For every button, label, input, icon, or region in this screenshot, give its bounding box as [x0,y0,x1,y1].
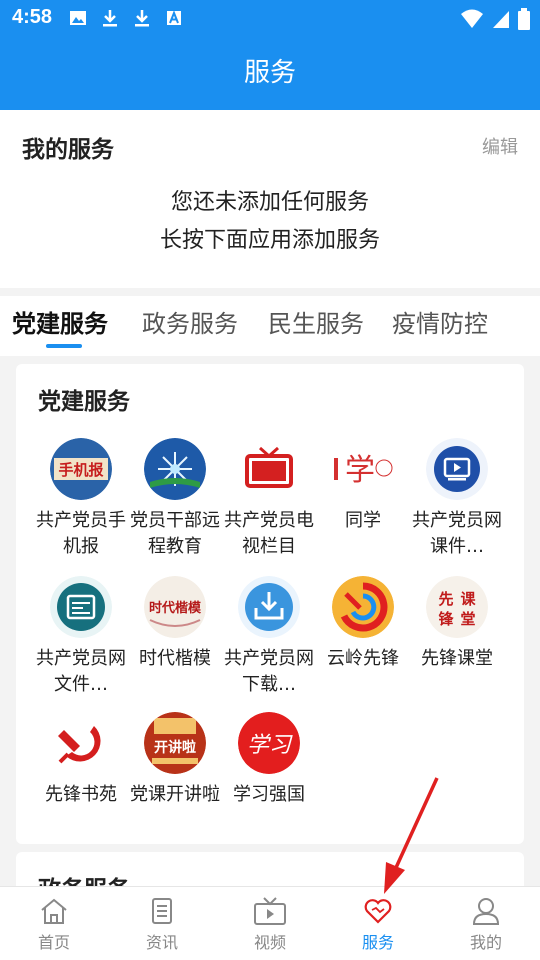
service-item-mobile-newspaper[interactable]: 手机报 共产党员手机报 [34,438,128,560]
service-label: 学习强国 [233,784,305,805]
service-item-tv-program[interactable]: 共产党员电视栏目 [222,438,316,560]
empty-hint-line2: 长按下面应用添加服务 [159,228,380,253]
download-icon [238,576,300,638]
nav-mine[interactable]: 我的 [432,887,540,960]
tab-government-service[interactable]: 政务服务 [142,304,238,339]
bottom-navigation: 首页 资讯 视频 服务 我的 [0,886,540,960]
service-label: 党员干部远程教育 [130,510,220,557]
wifi-icon [461,9,483,28]
battery-icon [518,8,530,30]
tab-party-service[interactable]: 党建服务 [12,304,108,339]
news-icon [152,898,172,924]
svg-text:课: 课 [460,590,476,608]
service-item-remote-education[interactable]: 党员干部远程教育 [128,438,222,560]
svg-text:先: 先 [438,590,453,608]
status-bar: 4:58 [0,0,540,36]
active-tab-indicator [46,344,82,348]
nav-news[interactable]: 资讯 [108,887,216,960]
service-tabs: 党建服务 政务服务 民生服务 疫情防控 [0,296,540,356]
user-icon [472,898,500,925]
signal-icon [493,11,509,28]
service-label: 共产党员网下载… [224,648,314,695]
role-model-icon: 时代楷模 [144,576,206,638]
nav-video[interactable]: 视频 [216,887,324,960]
document-icon [50,576,112,638]
nav-label: 资讯 [145,933,178,952]
system-icons [460,8,530,30]
service-label: 共产党员电视栏目 [224,510,314,557]
home-icon [41,898,67,924]
download-icon [135,10,149,27]
service-label: 先锋课堂 [421,648,493,669]
service-item-pioneer-class[interactable]: 先 课 锋 堂 先锋课堂 [410,576,504,672]
remote-education-icon [144,438,206,500]
nav-home[interactable]: 首页 [0,887,108,960]
empty-hint-line1: 您还未添加任何服务 [170,190,369,215]
image-icon [70,11,86,25]
service-item-party-lecture[interactable]: 开讲啦 党课开讲啦 [128,712,222,808]
app-bar: 服务 [0,36,540,110]
font-icon [167,10,181,25]
svg-text:学: 学 [345,453,375,488]
xuexi-icon: 学习 [238,712,300,774]
service-item-document[interactable]: 共产党员网文件… [34,576,128,698]
my-service-title: 我的服务 [22,137,114,163]
nav-label: 我的 [469,933,502,952]
service-label: 党课开讲啦 [130,784,220,805]
svg-text:堂: 堂 [460,610,475,628]
my-service-panel: 我的服务 编辑 您还未添加任何服务 长按下面应用添加服务 [0,110,540,288]
service-label: 共产党员网文件… [36,648,126,695]
service-label: 共产党员网课件… [412,510,502,557]
section-title: 党建服务 [38,389,130,415]
tv-icon [238,438,300,500]
service-item-yunling[interactable]: 云岭先锋 [316,576,410,672]
nav-label: 视频 [253,933,286,952]
nav-service[interactable]: 服务 [324,887,432,960]
tongxue-icon: 学 [332,438,394,500]
status-time: 4:58 [12,6,53,28]
service-item-xuexi[interactable]: 学习 学习强国 [222,712,316,808]
nav-label: 服务 [361,933,394,952]
page-title: 服务 [243,58,296,88]
svg-text:时代楷模: 时代楷模 [149,600,202,616]
svg-text:学习: 学习 [247,733,293,758]
service-label: 同学 [345,510,381,531]
service-item-download[interactable]: 共产党员网下载… [222,576,316,698]
service-label: 云岭先锋 [327,648,399,669]
svg-text:开讲啦: 开讲啦 [154,739,196,756]
mobile-newspaper-icon: 手机报 [50,438,112,500]
service-item-tongxue[interactable]: 学 同学 [316,438,410,534]
tab-epidemic-control[interactable]: 疫情防控 [392,304,488,339]
yunling-icon [332,576,394,638]
service-label: 共产党员手机报 [36,510,126,557]
service-item-video-courseware[interactable]: 共产党员网课件… [410,438,504,560]
service-label: 先锋书苑 [45,784,117,805]
download-icon [103,10,117,27]
nav-label: 首页 [37,933,70,952]
svg-text:锋: 锋 [438,610,454,628]
svg-text:手机报: 手机报 [58,461,103,479]
video-icon [254,897,286,925]
edit-button[interactable]: 编辑 [482,133,518,159]
party-emblem-icon [50,712,112,774]
heart-icon [364,899,392,924]
notification-icons [68,8,184,28]
service-item-pioneer-books[interactable]: 先锋书苑 [34,712,128,808]
service-label: 时代楷模 [139,648,211,669]
tab-livelihood-service[interactable]: 民生服务 [268,304,364,339]
service-item-role-model[interactable]: 时代楷模 时代楷模 [128,576,222,672]
pioneer-class-icon: 先 课 锋 堂 [426,576,488,638]
party-service-card: 党建服务 手机报 共产党员手机报 党员干部远程教育 共产党员电视栏目 学 同学 … [16,364,524,844]
party-lecture-icon: 开讲啦 [144,712,206,774]
video-courseware-icon [426,438,488,500]
